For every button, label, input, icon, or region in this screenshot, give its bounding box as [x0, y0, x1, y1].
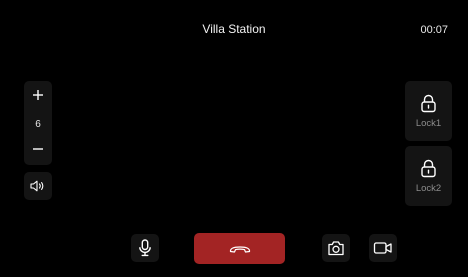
volume-down-button[interactable] [24, 139, 52, 159]
record-video-button[interactable] [369, 234, 397, 262]
volume-up-button[interactable] [24, 85, 52, 105]
lock-icon [421, 94, 436, 113]
lock-icon [421, 159, 436, 178]
station-title: Villa Station [202, 22, 266, 36]
microphone-button[interactable] [131, 234, 159, 262]
minus-icon [33, 148, 43, 150]
lock1-button[interactable]: Lock1 [405, 81, 452, 141]
camera-icon [328, 241, 344, 256]
call-timer: 00:07 [420, 24, 448, 36]
plus-icon [33, 90, 43, 100]
volume-control: 6 [24, 81, 52, 165]
snapshot-button[interactable] [322, 234, 350, 262]
lock2-button[interactable]: Lock2 [405, 146, 452, 206]
intercom-call-screen: Villa Station 00:07 6 Lock1 Lock2 [0, 0, 468, 277]
hang-up-icon [229, 245, 250, 253]
video-record-icon [373, 242, 392, 254]
lock2-label: Lock2 [415, 183, 442, 194]
speaker-icon [30, 180, 44, 192]
microphone-icon [139, 239, 151, 257]
hang-up-button[interactable] [194, 233, 285, 264]
speaker-button[interactable] [24, 172, 52, 200]
lock1-label: Lock1 [415, 118, 442, 129]
volume-level: 6 [35, 119, 41, 130]
